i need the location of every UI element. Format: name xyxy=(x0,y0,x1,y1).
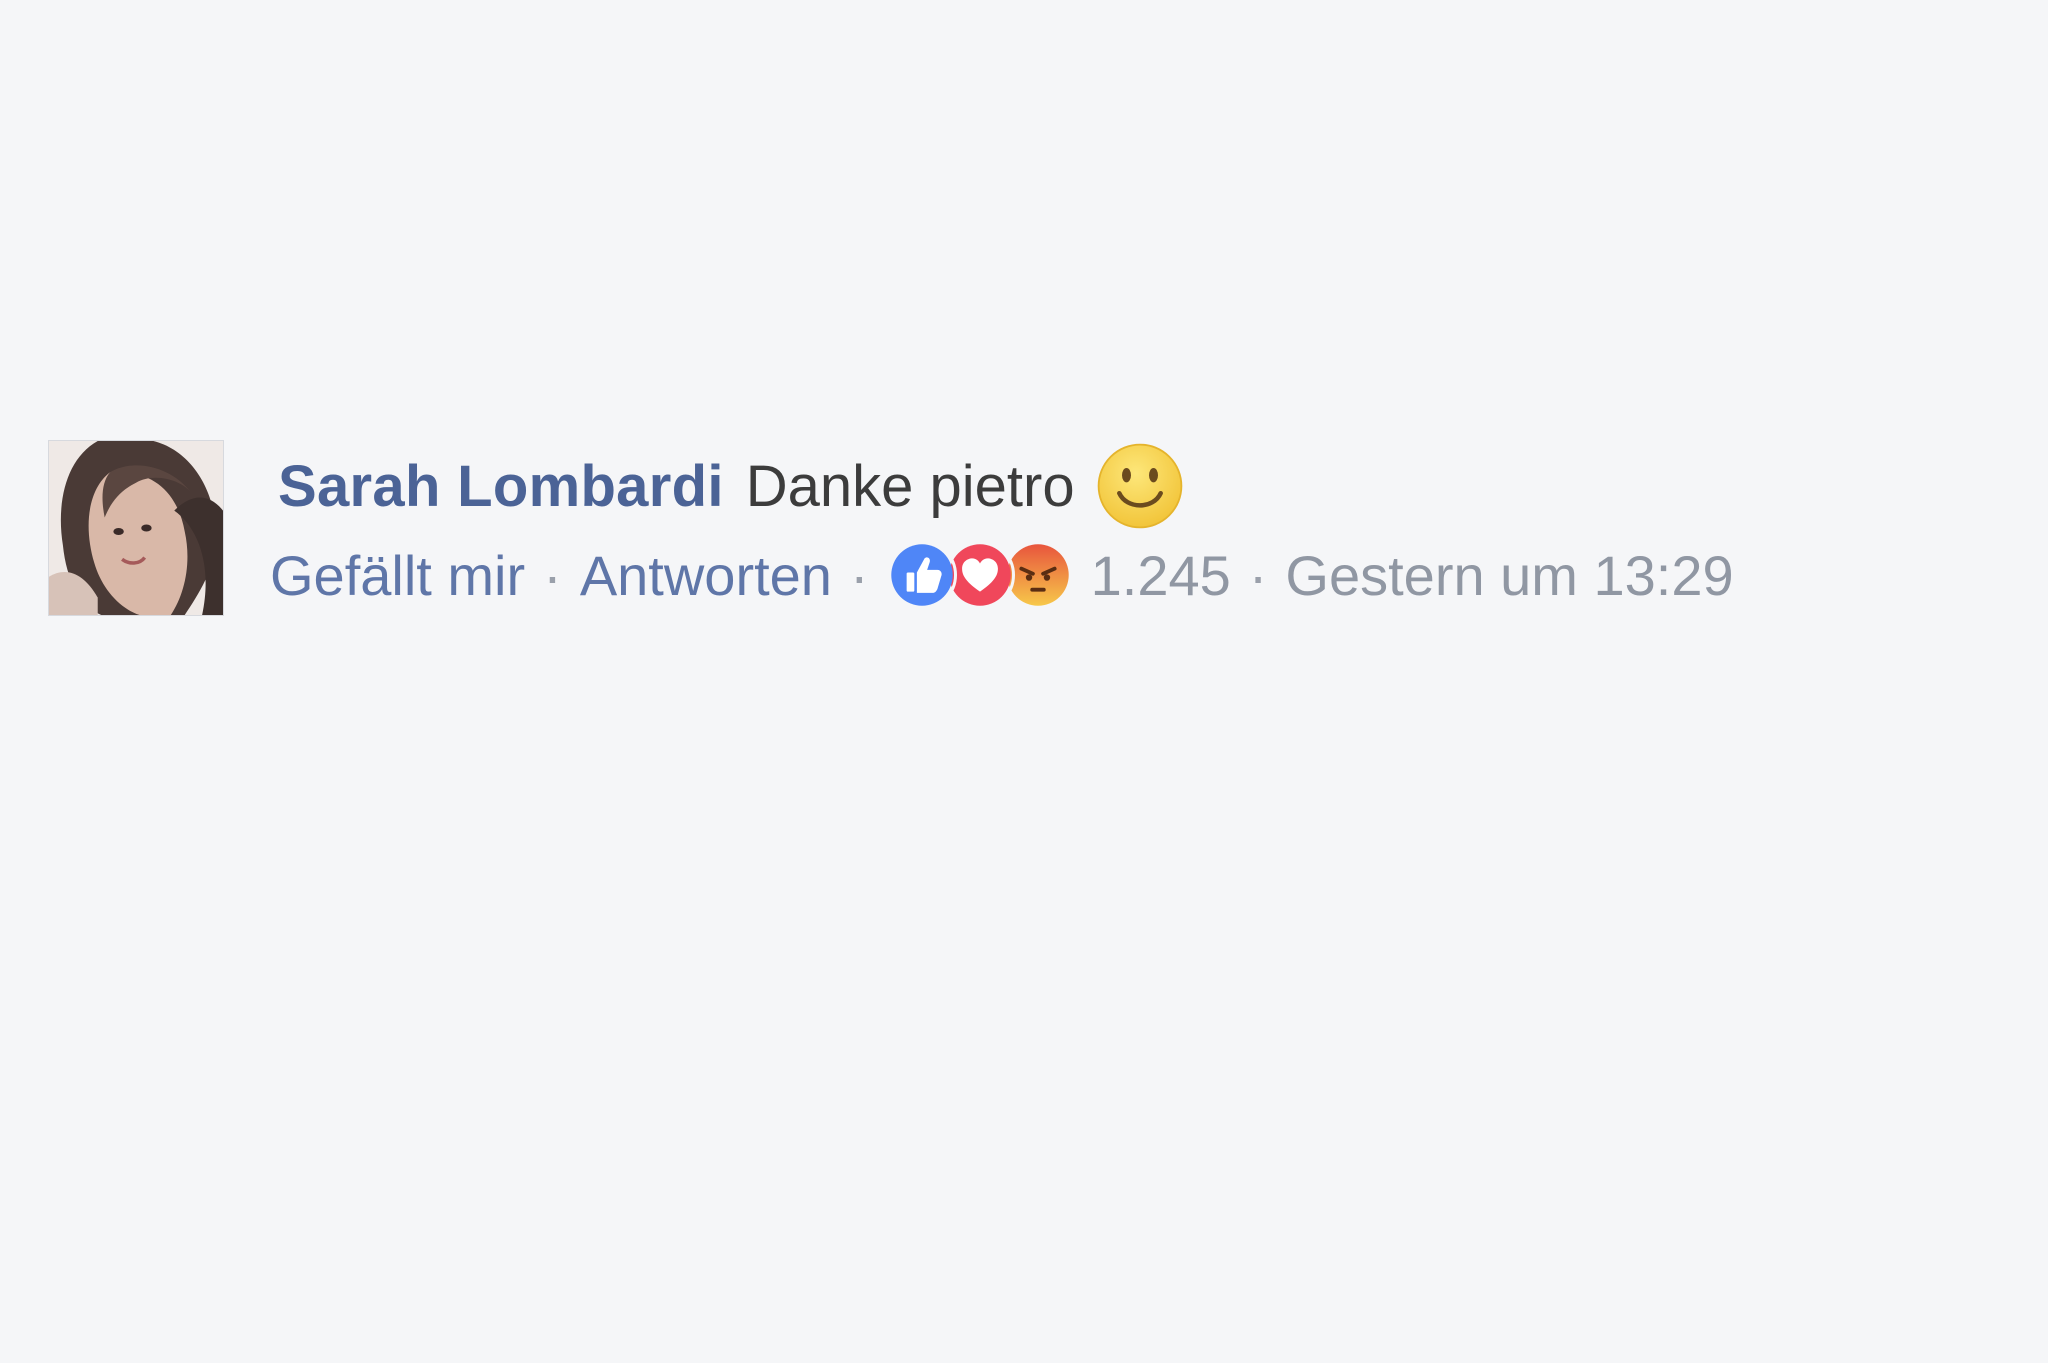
like-reaction-icon xyxy=(886,540,957,610)
separator-dot: · xyxy=(1248,543,1268,607)
comment-timestamp[interactable]: Gestern um 13:29 xyxy=(1285,543,1733,608)
comment-line: Sarah Lombardi Danke pietro xyxy=(270,443,1185,529)
comment-actions: Gefällt mir · Antworten · 1.245 · Gester… xyxy=(270,540,1734,610)
like-action-link[interactable]: Gefällt mir xyxy=(270,543,525,608)
separator-dot: · xyxy=(849,543,869,607)
smiley-emoji-icon xyxy=(1095,441,1185,531)
reply-action-link[interactable]: Antworten xyxy=(580,543,832,608)
separator-dot: · xyxy=(543,543,562,607)
comment-text: Danke pietro xyxy=(745,453,1075,519)
reactions-summary[interactable] xyxy=(886,540,1073,610)
avatar[interactable] xyxy=(48,440,224,616)
comment: Sarah Lombardi Danke pietro Gefällt mir … xyxy=(48,440,2008,620)
comment-author-link[interactable]: Sarah Lombardi xyxy=(278,453,724,520)
reaction-count[interactable]: 1.245 xyxy=(1091,543,1231,608)
avatar-photo xyxy=(49,441,223,615)
